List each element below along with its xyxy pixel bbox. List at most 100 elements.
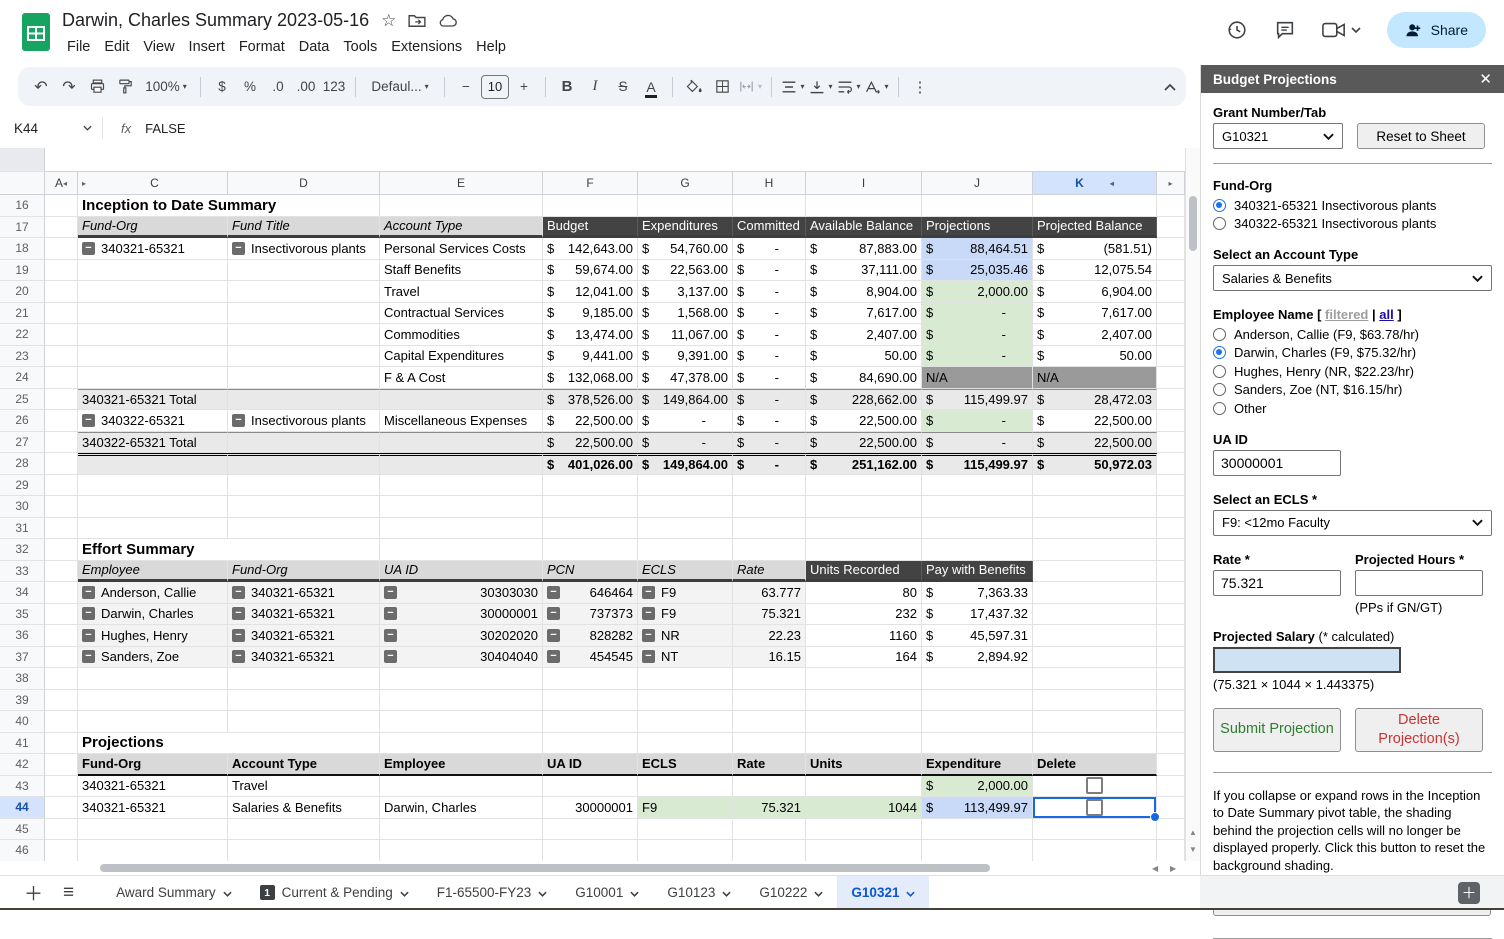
cell[interactable]: $- [922,324,1033,346]
cell[interactable] [1033,668,1157,690]
cell[interactable] [380,668,543,690]
row-header-29[interactable]: 29 [0,475,45,497]
row-header-18[interactable]: 18 [0,238,45,260]
collapse-group-icon[interactable]: − [232,242,245,255]
cell[interactable] [922,711,1033,733]
scroll-up-icon[interactable]: ▲ [1186,824,1200,840]
cell[interactable]: −340321-65321 [228,647,380,669]
cell[interactable]: $12,041.00 [543,281,638,303]
row-header-41[interactable]: 41 [0,733,45,755]
employee-option[interactable]: Darwin, Charles (F9, $75.32/hr) [1213,344,1492,363]
row-header-34[interactable]: 34 [0,582,45,604]
increase-font-size-icon[interactable]: + [511,74,537,100]
cell[interactable] [1033,195,1157,217]
cell[interactable]: $13,474.00 [543,324,638,346]
cell[interactable] [733,496,806,518]
cell[interactable]: $- [922,303,1033,325]
ua-id-input[interactable] [1213,450,1341,476]
collapse-group-icon[interactable]: − [642,629,655,642]
cell[interactable] [806,475,922,497]
cell[interactable]: 340321-65321 [78,797,228,819]
cell[interactable] [78,711,228,733]
row-header-32[interactable]: 32 [0,539,45,561]
cell[interactable] [78,819,228,841]
all-link[interactable]: all [1379,307,1393,322]
cell[interactable]: $22,500.00 [543,410,638,432]
fund-org-option[interactable]: 340321-65321 Insectivorous plants [1213,196,1492,215]
cell[interactable]: Contractual Services [380,303,543,325]
cell[interactable] [228,367,380,389]
cell[interactable] [543,840,638,862]
cell[interactable] [806,776,922,798]
cell[interactable]: $401,026.00 [543,453,638,475]
cell[interactable] [45,453,78,475]
cell[interactable]: $9,441.00 [543,346,638,368]
cell[interactable]: $149,864.00 [638,389,733,411]
cell[interactable] [380,840,543,862]
cell[interactable]: $115,499.97 [922,389,1033,411]
scroll-right-icon[interactable]: ▶ [1170,864,1176,873]
cell[interactable] [638,733,733,755]
cell[interactable] [78,346,228,368]
col-header-E[interactable]: E [380,172,543,195]
cell[interactable] [45,690,78,712]
strikethrough-icon[interactable]: S [610,74,636,100]
cell[interactable]: −340321-65321 [78,238,228,260]
cell[interactable] [1033,733,1157,755]
cell[interactable]: $- [733,324,806,346]
cell[interactable]: $228,662.00 [806,389,922,411]
cell[interactable] [45,647,78,669]
cell[interactable]: $1,568.00 [638,303,733,325]
cell[interactable]: Staff Benefits [380,260,543,282]
cell[interactable] [45,840,78,862]
cell[interactable] [543,496,638,518]
cell[interactable] [45,668,78,690]
row-header-24[interactable]: 24 [0,367,45,389]
cell[interactable]: −Insectivorous plants [228,238,380,260]
add-sheet-icon[interactable]: ＋ [24,879,43,906]
cell[interactable]: Salaries & Benefits [228,797,380,819]
horizontal-scrollbar-thumb[interactable] [100,864,990,872]
collapse-group-icon[interactable]: − [547,607,560,620]
cell[interactable]: $25,035.46 [922,260,1033,282]
cell[interactable]: −Hughes, Henry [78,625,228,647]
cell[interactable]: $- [733,238,806,260]
col-header-A[interactable]: A ◂ [45,172,78,195]
cell[interactable] [543,711,638,733]
cell[interactable] [45,518,78,540]
cell[interactable] [78,475,228,497]
collapse-group-icon[interactable]: − [547,586,560,599]
cell[interactable] [543,776,638,798]
cell[interactable] [45,625,78,647]
cell[interactable] [1033,518,1157,540]
cell[interactable]: −340321-65321 [228,604,380,626]
cell[interactable] [228,303,380,325]
cell[interactable] [733,840,806,862]
cell[interactable]: −Darwin, Charles [78,604,228,626]
decrease-decimals-icon[interactable]: .0 [265,74,291,100]
cell[interactable] [78,324,228,346]
cell[interactable]: 75.321 [733,604,806,626]
cell[interactable]: N/A [922,367,1033,389]
sheet-tab[interactable]: G10123 [653,876,745,909]
row-header-19[interactable]: 19 [0,260,45,282]
italic-icon[interactable]: I [582,74,608,100]
cell[interactable]: $- [733,389,806,411]
cell[interactable] [380,475,543,497]
cell[interactable]: Darwin, Charles [380,797,543,819]
delete-projection-button[interactable]: Delete Projection(s) [1355,708,1483,752]
cell[interactable] [806,668,922,690]
cell[interactable]: $2,407.00 [806,324,922,346]
projected-hours-input[interactable] [1355,570,1483,596]
print-icon[interactable] [84,74,110,100]
cell[interactable] [45,604,78,626]
row-header-20[interactable]: 20 [0,281,45,303]
col-header-D[interactable]: D [228,172,380,195]
more-options-icon[interactable]: ⋮ [907,74,933,100]
cell[interactable]: −454545 [543,647,638,669]
cell[interactable] [733,711,806,733]
cell[interactable] [380,711,543,733]
grant-select[interactable]: G10321 [1213,123,1343,149]
cell[interactable]: $45,597.31 [922,625,1033,647]
collapse-group-icon[interactable]: − [547,650,560,663]
